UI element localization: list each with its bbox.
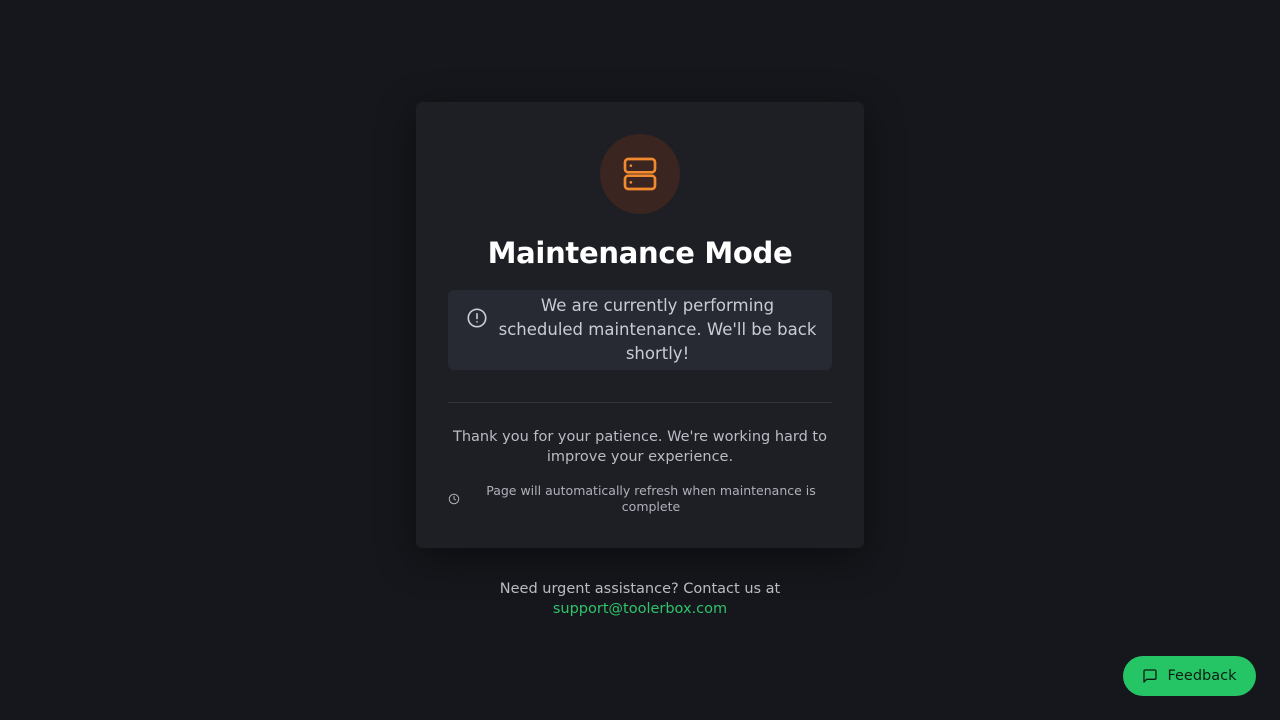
auto-refresh-note: Page will automatically refresh when mai… bbox=[448, 483, 832, 515]
support-email-link[interactable]: support@toolerbox.com bbox=[553, 601, 727, 617]
clock-icon bbox=[448, 493, 460, 505]
auto-refresh-text: Page will automatically refresh when mai… bbox=[486, 483, 816, 514]
server-icon bbox=[623, 157, 657, 191]
maintenance-card: Maintenance Mode We are currently perfor… bbox=[416, 102, 864, 548]
maintenance-alert: We are currently performing scheduled ma… bbox=[448, 290, 832, 370]
feedback-label: Feedback bbox=[1167, 668, 1237, 684]
alert-message: We are currently performing scheduled ma… bbox=[498, 296, 817, 363]
contact-info: Need urgent assistance? Contact us at su… bbox=[416, 579, 864, 619]
divider bbox=[448, 402, 832, 403]
page-title: Maintenance Mode bbox=[487, 236, 793, 270]
server-icon-badge bbox=[600, 134, 680, 214]
feedback-button[interactable]: Feedback bbox=[1123, 656, 1256, 696]
alert-circle-icon bbox=[466, 307, 488, 329]
thanks-message: Thank you for your patience. We're worki… bbox=[452, 429, 827, 465]
contact-prefix: Need urgent assistance? Contact us at bbox=[499, 581, 781, 597]
message-square-icon bbox=[1142, 668, 1158, 684]
